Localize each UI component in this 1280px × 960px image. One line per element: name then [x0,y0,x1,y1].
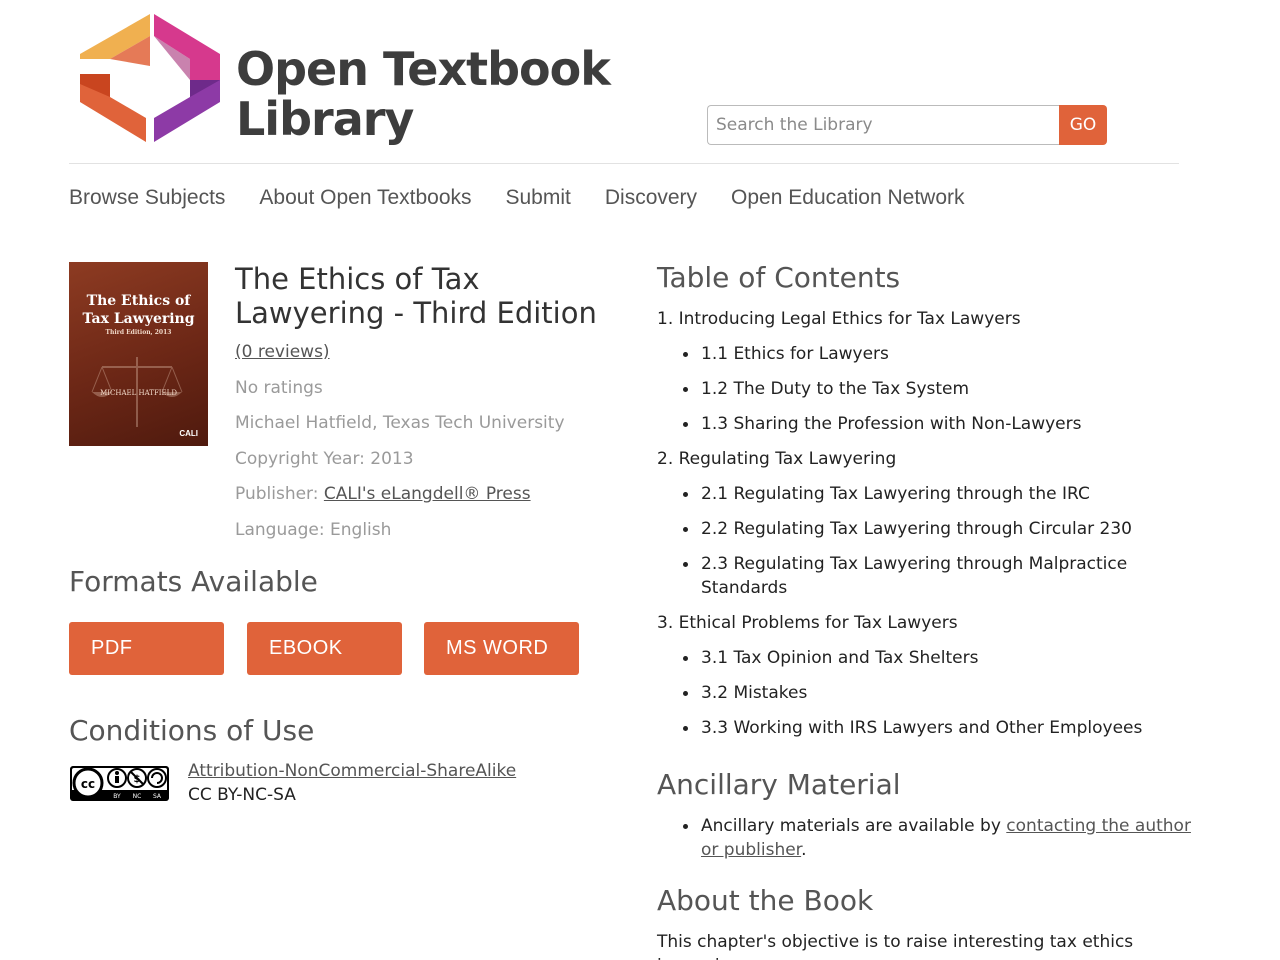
ancillary-text: Ancillary materials are available by [701,816,1007,836]
nav-open-education-network[interactable]: Open Education Network [731,186,964,210]
search-form: GO [707,105,1107,145]
cc-badge-label-by: BY [113,793,121,800]
reviews-row: (0 reviews) [235,342,330,362]
cover-title: The Ethics of Tax Lawyering [82,293,195,327]
logo-text-line1: Open Textbook [236,42,611,96]
nav-browse-subjects[interactable]: Browse Subjects [69,186,225,210]
nav-discovery[interactable]: Discovery [605,186,697,210]
toc-section-list: 3.1 Tax Opinion and Tax Shelters 3.2 Mis… [683,646,1187,740]
nav-submit[interactable]: Submit [506,186,571,210]
license-link[interactable]: Attribution-NonCommercial-ShareAlike [188,761,516,781]
header-divider [69,163,1179,164]
toc-section: 2.1 Regulating Tax Lawyering through the… [683,482,1187,506]
format-ebook-button[interactable]: EBOOK [247,622,402,675]
search-input[interactable] [707,105,1059,145]
about-text: This chapter's objective is to raise int… [657,932,1134,960]
svg-text:cc: cc [81,777,95,791]
toc-section: 2.2 Regulating Tax Lawyering through Cir… [683,517,1187,541]
toc-section: 1.1 Ethics for Lawyers [683,342,1187,366]
toc-section: 1.2 The Duty to the Tax System [683,377,1187,401]
ratings-text: No ratings [235,378,323,398]
language-text: Language: English [235,520,392,540]
conditions-heading: Conditions of Use [69,714,315,747]
toc-chapter: 2. Regulating Tax Lawyering [657,449,897,469]
formats-heading: Formats Available [69,565,318,598]
copyright-text: Copyright Year: 2013 [235,449,414,469]
about-heading: About the Book [657,884,874,917]
cc-license-badge-icon[interactable]: cc $ BY NC SA [70,766,169,801]
author-text: Michael Hatfield, Texas Tech University [235,413,565,433]
logo-text-line2: Library [236,92,414,146]
book-title: The Ethics of Tax Lawyering - Third Edit… [235,262,597,330]
toc-section: 3.1 Tax Opinion and Tax Shelters [683,646,1187,670]
table-of-contents: 1. Introducing Legal Ethics for Tax Lawy… [657,307,1187,751]
publisher-row: Publisher: CALI's eLangdell® Press [235,484,531,504]
ancillary-item: Ancillary materials are available by con… [683,814,1193,862]
license-short-name: CC BY-NC-SA [188,785,296,805]
search-go-button[interactable]: GO [1059,105,1107,145]
format-pdf-button[interactable]: PDF [69,622,224,675]
open-textbook-library-logo[interactable] [80,14,220,142]
toc-chapter: 1. Introducing Legal Ethics for Tax Lawy… [657,309,1021,329]
toc-section: 2.3 Regulating Tax Lawyering through Mal… [683,552,1187,600]
cover-author: MICHAEL HATFIELD [100,389,177,397]
book-cover-image: The Ethics of Tax Lawyering Third Editio… [69,262,208,446]
ancillary-heading: Ancillary Material [657,768,901,801]
site-logo-text[interactable]: Open Textbook Library [236,42,611,146]
format-ms-word-button[interactable]: MS WORD [424,622,579,675]
toc-chapter: 3. Ethical Problems for Tax Lawyers [657,613,958,633]
main-nav: Browse Subjects About Open Textbooks Sub… [69,186,965,210]
toc-heading: Table of Contents [657,261,901,294]
toc-section: 3.2 Mistakes [683,681,1187,705]
toc-section: 1.3 Sharing the Profession with Non-Lawy… [683,412,1187,436]
cc-badge-label-nc: NC [133,793,142,800]
reviews-link[interactable]: (0 reviews) [235,342,330,362]
ancillary-text-end: . [801,840,807,860]
toc-section-list: 1.1 Ethics for Lawyers 1.2 The Duty to t… [683,342,1187,436]
toc-section-list: 2.1 Regulating Tax Lawyering through the… [683,482,1187,600]
cover-edition: Third Edition, 2013 [105,329,172,336]
publisher-link[interactable]: CALI's eLangdell® Press [324,484,531,504]
publisher-label: Publisher: [235,484,324,504]
toc-section: 3.3 Working with IRS Lawyers and Other E… [683,716,1187,740]
nav-about-open-textbooks[interactable]: About Open Textbooks [259,186,471,210]
cover-cali-logo: CALI [179,429,198,438]
cc-badge-label-sa: SA [153,793,162,800]
